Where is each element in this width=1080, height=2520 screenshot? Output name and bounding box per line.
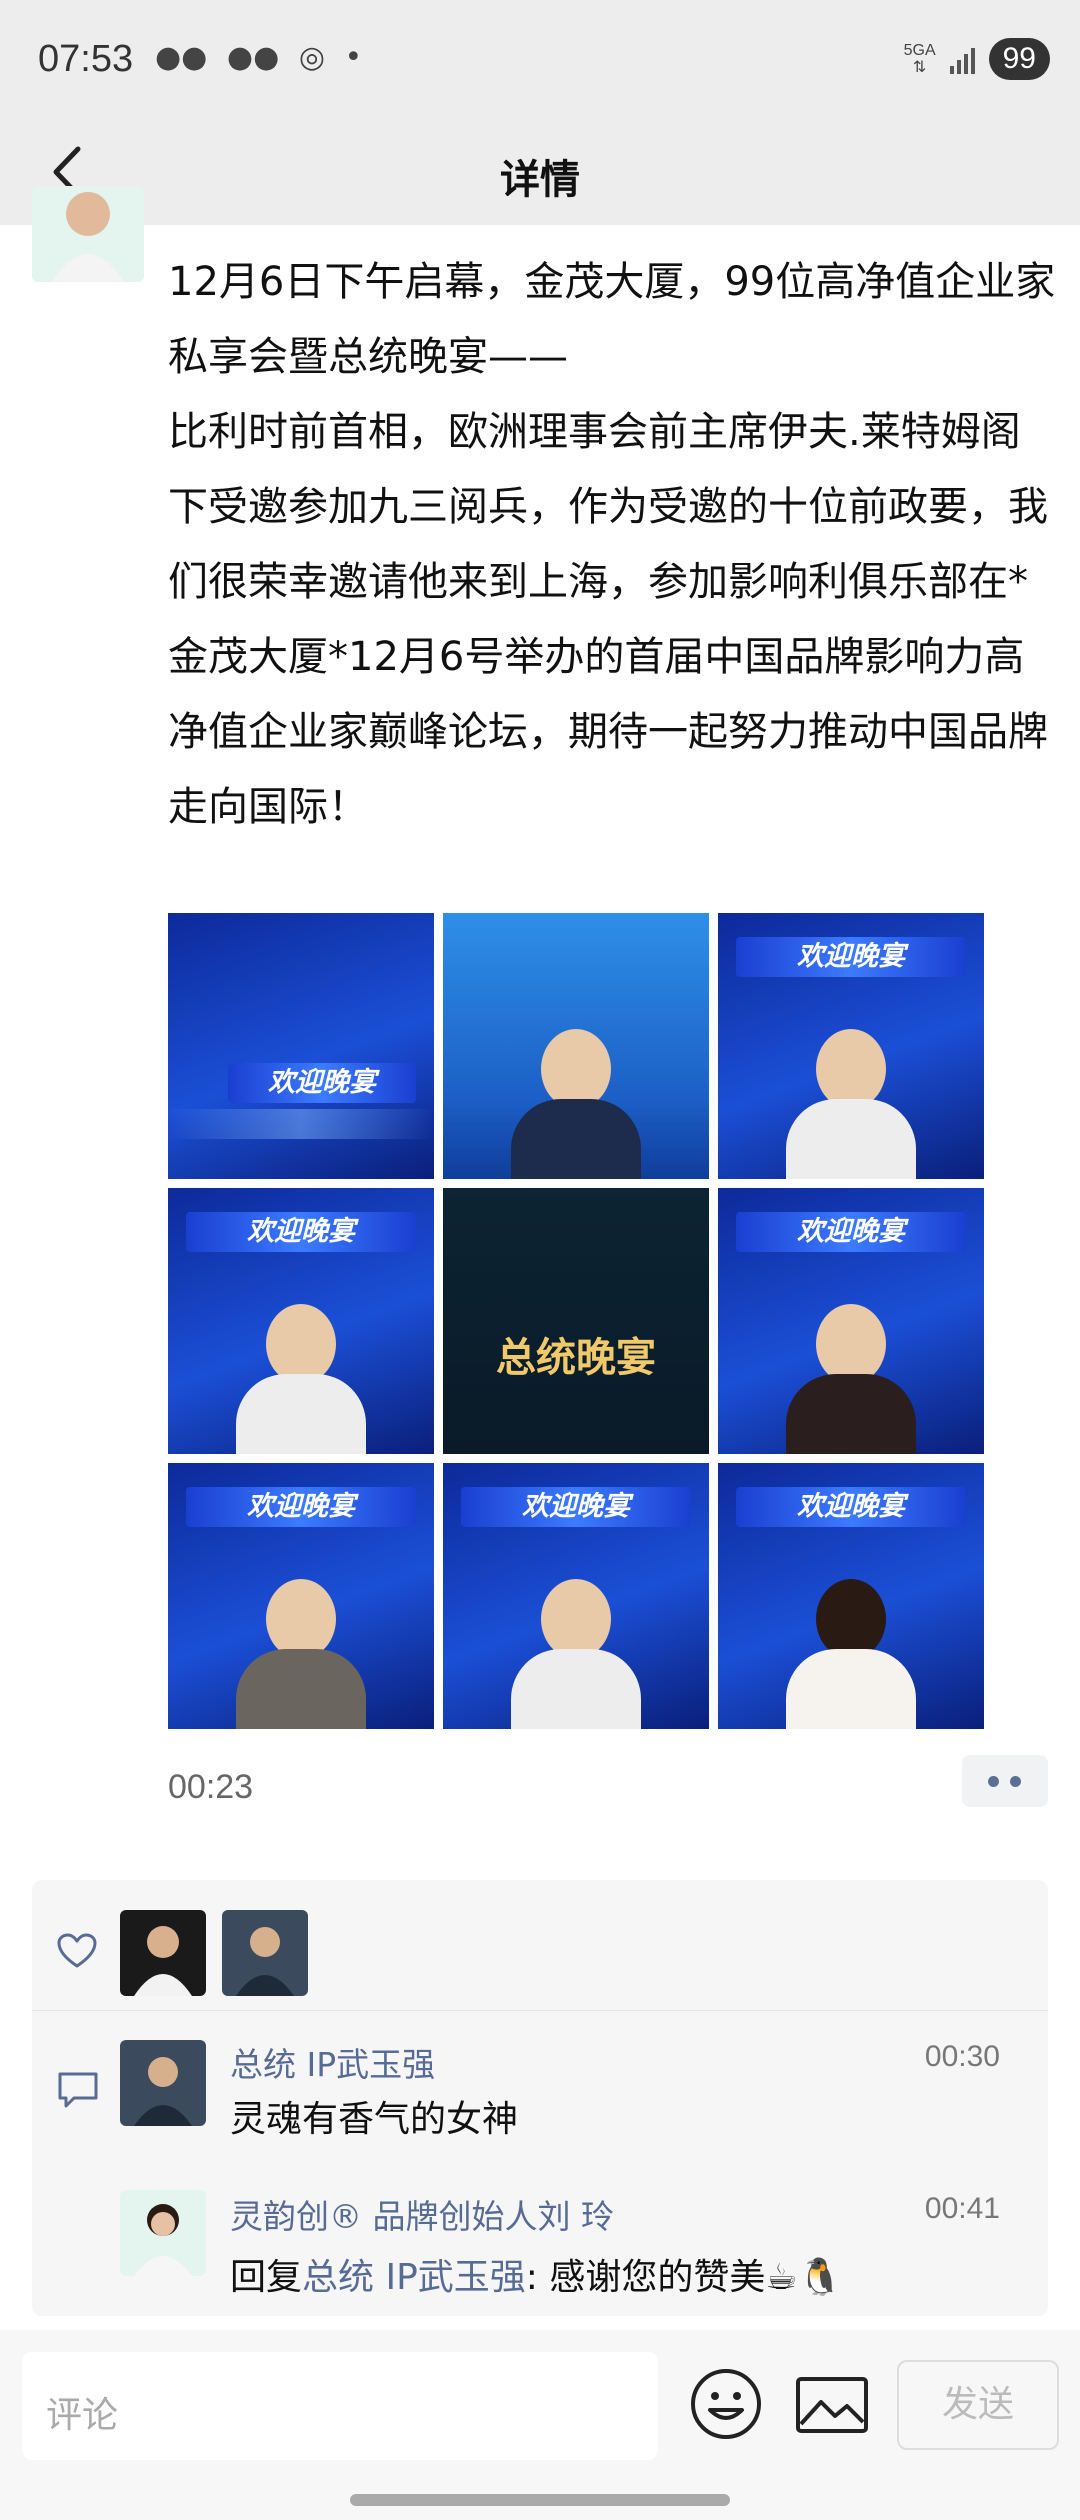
grid-image-7[interactable]: 欢迎晚宴 xyxy=(168,1463,434,1729)
network-label: 5GA xyxy=(903,42,936,59)
reply-prefix: 回复 xyxy=(230,2257,303,2298)
image-grid: 欢迎晚宴 欢迎晚宴 欢迎晚宴 总统晚宴 欢迎晚宴 欢迎晚宴 欢迎晚宴 欢迎晚宴 xyxy=(168,913,984,1729)
like-avatar-2[interactable] xyxy=(222,1910,308,1996)
tile-banner: 欢迎晚宴 xyxy=(736,1487,966,1527)
like-avatar-1[interactable] xyxy=(120,1910,206,1996)
grid-image-1[interactable]: 欢迎晚宴 xyxy=(168,913,434,1179)
grid-image-2[interactable] xyxy=(443,913,709,1179)
tile-banner: 欢迎晚宴 xyxy=(736,937,966,977)
emoji-icon[interactable] xyxy=(688,2366,764,2442)
page-title: 详情 xyxy=(500,157,580,203)
comment-time: 00:41 xyxy=(924,2192,1000,2225)
network-arrows-icon: ⇅ xyxy=(912,59,927,76)
status-time: 07:53 xyxy=(38,38,134,80)
status-bar: 07:53 ●● ●● ◎ • 5GA ⇅ 99 xyxy=(0,0,1080,125)
grid-image-5[interactable]: 总统晚宴 xyxy=(443,1188,709,1454)
comment-text[interactable]: 灵魂有香气的女神 xyxy=(230,2090,518,2142)
wechat-icon: ●● xyxy=(155,40,208,75)
grid-image-3[interactable]: 欢迎晚宴 xyxy=(718,913,984,1179)
send-button[interactable]: 发送 xyxy=(897,2360,1059,2450)
signal-icon xyxy=(949,44,975,74)
comment-input-placeholder: 评论 xyxy=(46,2395,119,2436)
comment-avatar-1[interactable] xyxy=(120,2040,206,2126)
status-right: 5GA ⇅ 99 xyxy=(904,38,1050,80)
home-indicator[interactable] xyxy=(350,2494,730,2506)
more-dots-icon[interactable] xyxy=(962,1755,1048,1807)
tile-banner: 欢迎晚宴 xyxy=(461,1487,691,1527)
reply-to-user[interactable]: 总统 IP武玉强 xyxy=(302,2257,526,2298)
likes-row xyxy=(32,1880,1048,2011)
tile-banner: 欢迎晚宴 xyxy=(186,1212,416,1252)
wechat-icon-2: ●● xyxy=(226,40,280,75)
grid-image-9[interactable]: 欢迎晚宴 xyxy=(718,1463,984,1729)
tile-banner: 欢迎晚宴 xyxy=(186,1487,416,1527)
comment-input-bar: 评论 发送 xyxy=(0,2330,1080,2520)
tile-banner: 欢迎晚宴 xyxy=(228,1063,416,1103)
comment-input[interactable]: 评论 xyxy=(22,2352,658,2460)
comment-icon xyxy=(58,2072,98,2108)
grid-image-8[interactable]: 欢迎晚宴 xyxy=(443,1463,709,1729)
heart-icon xyxy=(57,1933,97,1968)
likes-comments-panel: 总统 IP武玉强 00:30 灵魂有香气的女神 灵韵创® 品牌创始人刘 玲 00… xyxy=(32,1880,1048,2316)
grid-image-4[interactable]: 欢迎晚宴 xyxy=(168,1188,434,1454)
video-duration: 00:23 xyxy=(168,1768,254,1806)
grid-image-6[interactable]: 欢迎晚宴 xyxy=(718,1188,984,1454)
network-indicator: 5GA ⇅ xyxy=(904,42,936,76)
comment-author[interactable]: 灵韵创® 品牌创始人刘 玲 xyxy=(230,2190,614,2238)
battery-indicator: 99 xyxy=(988,38,1050,80)
tile-banner: 总统晚宴 xyxy=(496,1335,656,1381)
comment-author[interactable]: 总统 IP武玉强 xyxy=(230,2038,435,2086)
comment-reply-text[interactable]: 回复总统 IP武玉强: 感谢您的赞美☕🐧 xyxy=(230,2248,842,2300)
notification-icons: ●● ●● ◎ • xyxy=(155,40,372,75)
tile-banner: 欢迎晚宴 xyxy=(736,1212,966,1252)
post-text: 12月6日下午启幕，金茂大厦，99位高净值企业家私享会暨总统晚宴—— 比利时前首… xyxy=(168,259,1056,830)
dot-icon: • xyxy=(344,40,363,75)
comment-avatar-2[interactable] xyxy=(120,2190,206,2276)
image-icon[interactable] xyxy=(795,2376,869,2434)
nav-bar: 详情 xyxy=(0,125,1080,225)
app-icon: ◎ xyxy=(298,40,325,75)
post-author-avatar[interactable] xyxy=(32,186,144,282)
reply-body: : 感谢您的赞美☕🐧 xyxy=(525,2257,843,2298)
comment-time: 00:30 xyxy=(924,2040,1000,2073)
